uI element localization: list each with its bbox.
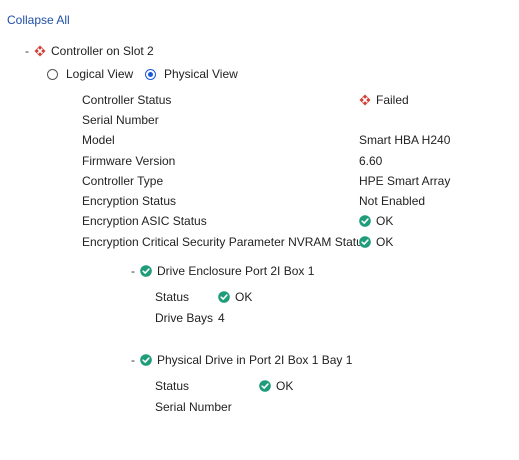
encryption-asic-status-value: OK xyxy=(359,213,393,229)
property-label: Firmware Version xyxy=(82,154,176,168)
logical-view-option[interactable]: Logical View xyxy=(47,66,133,82)
enclosure-status-value: OK xyxy=(218,289,252,305)
property-label: Drive Bays xyxy=(155,311,214,325)
controller-header[interactable]: - Controller on Slot 2 xyxy=(25,43,154,59)
property-label: Serial Number xyxy=(82,113,159,127)
enclosure-title: Drive Enclosure Port 2I Box 1 xyxy=(157,264,315,278)
collapse-toggle[interactable]: - xyxy=(131,263,135,279)
ok-check-icon xyxy=(140,265,152,277)
property-value: OK xyxy=(376,214,394,228)
physical-view-radio[interactable] xyxy=(145,68,156,80)
property-label: Controller Type xyxy=(82,174,164,188)
property-value: OK xyxy=(235,290,253,304)
property-value: Smart HBA H240 xyxy=(359,133,451,147)
controller-title: Controller on Slot 2 xyxy=(51,44,154,58)
nvram-status-value: OK xyxy=(359,234,393,250)
physical-view-label[interactable]: Physical View xyxy=(164,66,238,82)
property-value: OK xyxy=(276,379,294,393)
ok-check-icon xyxy=(259,380,271,392)
property-label: Model xyxy=(82,133,115,147)
physical-view-option[interactable]: Physical View xyxy=(145,66,238,82)
property-label: Status xyxy=(155,379,190,393)
property-value: HPE Smart Array xyxy=(359,174,451,188)
bottom-clip-area xyxy=(0,418,519,460)
ok-check-icon xyxy=(218,291,230,303)
physical-drive-header[interactable]: - Physical Drive in Port 2I Box 1 Bay 1 xyxy=(131,352,352,368)
ok-check-icon xyxy=(359,236,371,248)
property-label: Encryption ASIC Status xyxy=(82,214,207,228)
logical-view-radio[interactable] xyxy=(47,68,58,80)
property-label: Status xyxy=(155,290,190,304)
physical-drive-status-value: OK xyxy=(259,378,293,394)
physical-drive-title: Physical Drive in Port 2I Box 1 Bay 1 xyxy=(157,353,353,367)
property-value: 4 xyxy=(218,311,225,325)
property-value: OK xyxy=(376,235,394,249)
controller-status-value: Failed xyxy=(359,92,409,108)
collapse-toggle[interactable]: - xyxy=(25,43,29,59)
property-label: Encryption Status xyxy=(82,194,177,208)
property-value: Not Enabled xyxy=(359,194,426,208)
enclosure-header[interactable]: - Drive Enclosure Port 2I Box 1 xyxy=(131,263,314,279)
logical-view-label[interactable]: Logical View xyxy=(66,66,133,82)
failed-diamond-icon xyxy=(359,94,371,106)
property-label: Serial Number xyxy=(155,400,232,414)
property-label: Controller Status xyxy=(82,93,172,107)
ok-check-icon xyxy=(359,215,371,227)
collapse-all-link[interactable]: Collapse All xyxy=(7,12,70,28)
property-label: Encryption Critical Security Parameter N… xyxy=(82,235,369,249)
collapse-toggle[interactable]: - xyxy=(131,352,135,368)
ok-check-icon xyxy=(140,354,152,366)
failed-diamond-icon xyxy=(34,45,46,57)
property-value: Failed xyxy=(376,93,409,107)
array-controller-page: Collapse All - Controller on Slot 2 Logi… xyxy=(0,0,519,460)
property-value: 6.60 xyxy=(359,154,383,168)
